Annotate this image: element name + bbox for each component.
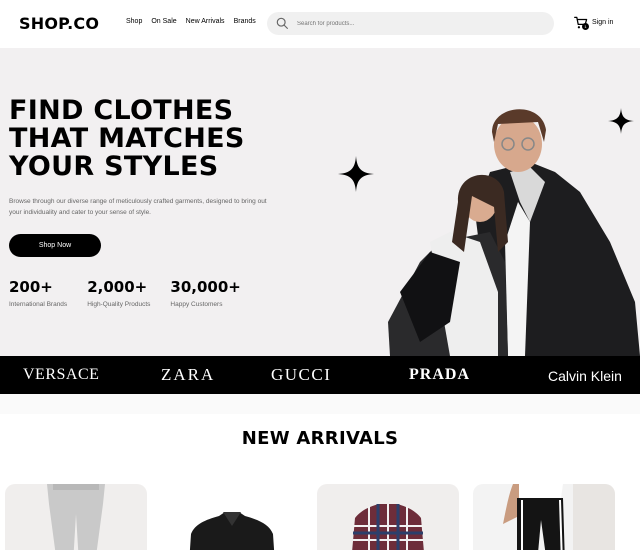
sign-in-link[interactable]: Sign in: [592, 19, 613, 26]
search-input[interactable]: [297, 17, 537, 30]
main-nav: Shop On Sale New Arrivals Brands: [126, 18, 256, 25]
hero-title-line: YOUR STYLES: [9, 151, 219, 182]
product-image-jacket: [189, 512, 275, 550]
stat-brands: 200+ International Brands: [9, 278, 67, 308]
section-divider: [0, 394, 640, 414]
stat-label: International Brands: [9, 301, 68, 308]
brand-calvin-klein[interactable]: Calvin Klein: [548, 367, 622, 385]
sparkle-icon: [338, 156, 374, 192]
search-bar[interactable]: [267, 12, 554, 35]
product-card[interactable]: [317, 484, 459, 550]
stat-label: High-Quality Products: [87, 301, 151, 308]
product-card[interactable]: [5, 484, 147, 550]
hero-title-line: FIND CLOTHES: [9, 95, 234, 126]
hero-stats: 200+ International Brands 2,000+ High-Qu…: [9, 278, 261, 308]
shop-now-button[interactable]: Shop Now: [9, 234, 101, 257]
logo[interactable]: SHOP.CO: [19, 14, 99, 33]
brand-gucci[interactable]: GUCCI: [271, 366, 331, 384]
stat-customers: 30,000+ Happy Customers: [170, 278, 240, 308]
brand-zara[interactable]: ZARA: [161, 366, 215, 384]
product-image-track-pants: [503, 484, 615, 550]
stat-value: 30,000+: [170, 278, 241, 296]
product-card[interactable]: [473, 484, 615, 550]
product-image-plaid-shirt: [352, 504, 424, 550]
cart-count-badge: 1: [582, 23, 589, 30]
stat-label: Happy Customers: [170, 301, 223, 308]
hero-title-line: THAT MATCHES: [9, 123, 245, 154]
search-icon: [276, 17, 288, 29]
new-arrivals-title: NEW ARRIVALS: [241, 428, 399, 449]
product-image-sweatpants: [47, 484, 105, 550]
brands-bar: VERSACE ZARA GUCCI PRADA Calvin Klein: [0, 356, 640, 394]
hero-subtitle: Browse through our diverse range of meti…: [9, 198, 267, 216]
site-header: SHOP.CO Shop On Sale New Arrivals Brands…: [0, 0, 640, 48]
hero-title: FIND CLOTHES THAT MATCHES YOUR STYLES: [9, 97, 245, 181]
nav-brands[interactable]: Brands: [234, 18, 256, 25]
nav-on-sale[interactable]: On Sale: [151, 18, 176, 25]
stat-value: 2,000+: [87, 278, 148, 296]
brand-versace[interactable]: VERSACE: [23, 366, 99, 384]
hero-models-image: [388, 109, 640, 356]
nav-shop[interactable]: Shop: [126, 18, 142, 25]
stat-value: 200+: [9, 278, 53, 296]
nav-new-arrivals[interactable]: New Arrivals: [186, 18, 225, 25]
hero-section: FIND CLOTHES THAT MATCHES YOUR STYLES Br…: [0, 48, 640, 356]
product-card[interactable]: [161, 484, 303, 550]
stat-products: 2,000+ High-Quality Products: [87, 278, 150, 308]
brand-prada[interactable]: PRADA: [409, 366, 470, 384]
